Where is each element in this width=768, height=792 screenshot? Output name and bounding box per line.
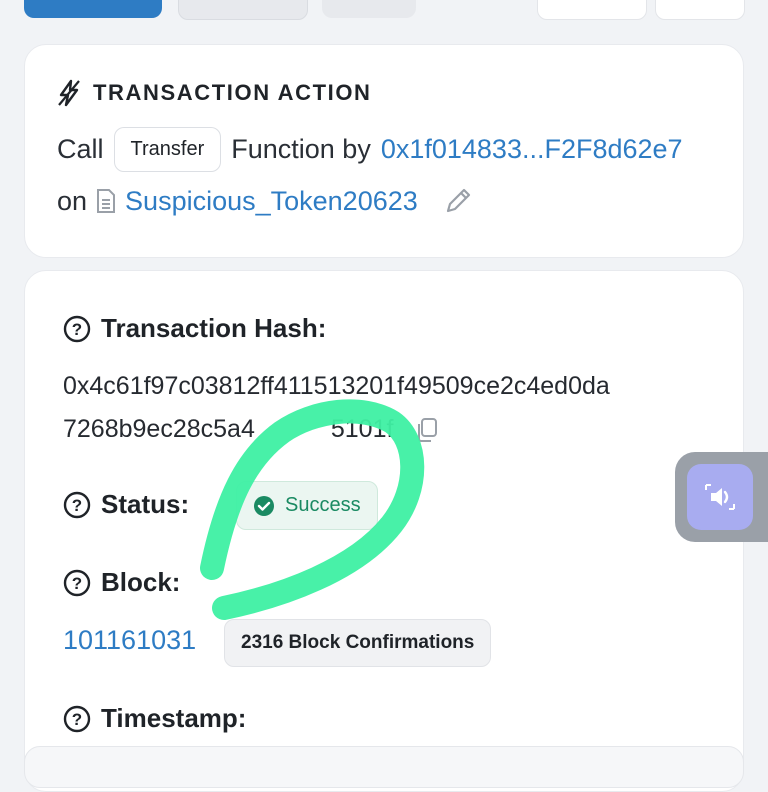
transaction-details-card: ? Transaction Hash: 0x4c61f97c03812ff411… <box>24 270 744 792</box>
timestamp-label: ? Timestamp: <box>63 703 246 734</box>
hash-line-2: 7268b9ec28c5a4 <box>63 415 255 443</box>
action-contract-row: on Suspicious_Token20623 <box>57 185 474 217</box>
on-word: on <box>57 185 88 216</box>
svg-text:?: ? <box>72 574 82 593</box>
status-badge: Success <box>236 481 378 530</box>
question-icon[interactable]: ? <box>63 705 91 733</box>
hash-line-2-end: 5101f <box>330 415 394 443</box>
transaction-hash-value: 0x4c61f97c03812ff411513201f49509ce2c4ed0… <box>63 365 723 451</box>
block-confirmations-badge: 2316 Block Confirmations <box>224 619 492 667</box>
status-label-text: Status: <box>101 489 190 519</box>
function-name-badge: Transfer <box>113 127 222 172</box>
svg-text:?: ? <box>72 496 82 515</box>
block-label: ? Block: <box>63 567 180 598</box>
timestamp-value-box <box>24 746 744 788</box>
speaker-button[interactable] <box>687 464 753 530</box>
question-icon[interactable]: ? <box>63 569 91 597</box>
tab-overview[interactable] <box>24 0 162 18</box>
transaction-action-heading: TRANSACTION ACTION <box>57 79 372 107</box>
question-icon[interactable]: ? <box>63 315 91 343</box>
document-icon <box>97 189 116 213</box>
transaction-hash-label-text: Transaction Hash: <box>101 313 327 343</box>
lightning-icon <box>58 79 80 107</box>
block-number-link[interactable]: 101161031 <box>63 625 196 656</box>
options-button[interactable] <box>655 0 745 20</box>
pencil-icon[interactable] <box>442 185 474 217</box>
transaction-hash-label: ? Transaction Hash: <box>63 313 326 344</box>
tab-state[interactable] <box>322 0 416 18</box>
svg-text:?: ? <box>72 710 82 729</box>
transaction-action-card: TRANSACTION ACTION Call Transfer Functio… <box>24 44 744 258</box>
more-button[interactable] <box>537 0 647 20</box>
from-address-link[interactable]: 0x1f014833...F2F8d62e7 <box>381 134 683 165</box>
check-circle-icon <box>254 495 274 516</box>
action-call-row: Call Transfer Function by 0x1f014833...F… <box>57 127 683 172</box>
status-value: Success <box>285 494 361 516</box>
speaker-icon <box>705 484 735 510</box>
contract-name-link[interactable]: Suspicious_Token20623 <box>125 186 418 217</box>
block-label-text: Block: <box>101 567 181 597</box>
timestamp-label-text: Timestamp: <box>101 703 247 733</box>
call-word: Call <box>57 134 104 164</box>
copy-icon[interactable] <box>414 416 440 444</box>
status-label: ? Status: <box>63 489 189 520</box>
svg-text:?: ? <box>72 320 82 339</box>
hash-line-1: 0x4c61f97c03812ff411513201f49509ce2c4ed0… <box>63 372 610 400</box>
floating-accessibility-tab[interactable] <box>675 452 768 542</box>
question-icon[interactable]: ? <box>63 491 91 519</box>
function-by-text: Function by <box>231 134 371 164</box>
transaction-action-title: TRANSACTION ACTION <box>93 80 372 105</box>
tab-logs[interactable] <box>178 0 308 20</box>
